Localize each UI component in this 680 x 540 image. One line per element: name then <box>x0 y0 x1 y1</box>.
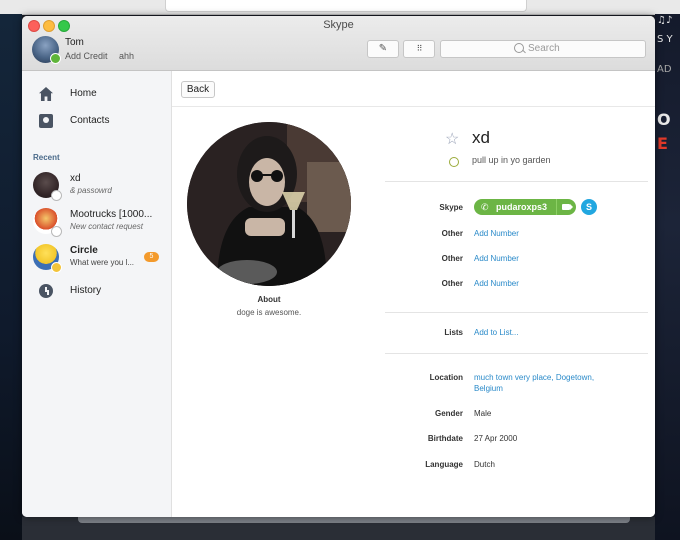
presence-icon <box>51 226 62 237</box>
recent-item-name: xd <box>70 173 81 184</box>
add-number-link[interactable]: Add Number <box>474 229 519 238</box>
title-bar: Skype Tom Add Credit ahh ✎ ⠿ Search <box>22 16 655 71</box>
my-mood-message[interactable]: ahh <box>119 51 134 61</box>
skype-username: pudaroxps3 <box>496 202 548 212</box>
back-button[interactable]: Back <box>181 81 215 98</box>
recent-item-circle[interactable]: Circle What were you l... 5 <box>22 242 171 274</box>
video-call-icon[interactable] <box>562 204 573 210</box>
sidebar-item-contacts[interactable]: Contacts <box>22 109 171 133</box>
background-address-bar <box>165 0 527 12</box>
background-right-strip: S Y ♫♪ AD O E <box>655 14 680 540</box>
background-text: AD <box>657 64 672 75</box>
contact-photo-image <box>187 122 351 286</box>
recent-item-mootrucks[interactable]: Mootrucks [1000... New contact request <box>22 206 171 238</box>
other-label: Other <box>441 279 463 288</box>
about-text: doge is awesome. <box>236 308 302 317</box>
contact-photo <box>187 122 351 286</box>
add-number-link[interactable]: Add Number <box>474 254 519 263</box>
gender-value: Male <box>474 409 492 418</box>
recent-item-name: Mootrucks [1000... <box>70 209 153 220</box>
other-label: Other <box>441 254 463 263</box>
birthdate-value: 27 Apr 2000 <box>474 434 518 443</box>
sidebar-item-label: History <box>70 285 102 296</box>
divider <box>385 181 648 182</box>
location-label: Location <box>429 373 463 382</box>
presence-icon <box>51 262 62 273</box>
compose-button[interactable]: ✎ <box>367 40 399 58</box>
divider <box>556 199 557 215</box>
skype-window: Skype Tom Add Credit ahh ✎ ⠿ Search Home… <box>22 16 655 517</box>
dialpad-icon: ⠿ <box>416 44 423 53</box>
background-text: O <box>657 110 671 129</box>
about-heading: About <box>257 295 281 304</box>
add-to-list-link[interactable]: Add to List... <box>474 328 518 337</box>
sidebar-item-label: Home <box>70 88 97 99</box>
birthdate-label: Birthdate <box>427 434 463 443</box>
background-bottom <box>22 517 655 540</box>
add-credit-link[interactable]: Add Credit <box>65 51 108 61</box>
background-text: S Y <box>657 34 673 45</box>
sidebar-item-history[interactable]: History <box>22 279 171 303</box>
window-title: Skype <box>323 19 354 31</box>
background-window-bar <box>0 0 680 15</box>
divider <box>385 312 648 313</box>
recent-item-subtitle: What were you l... <box>70 258 135 267</box>
contacts-icon <box>39 114 53 128</box>
background-left-strip <box>0 14 22 540</box>
presence-icon <box>51 190 62 201</box>
history-icon <box>39 284 53 298</box>
add-number-link[interactable]: Add Number <box>474 279 519 288</box>
search-icon <box>514 43 524 53</box>
divider <box>172 106 655 107</box>
recent-item-subtitle: & passowrd <box>70 186 112 195</box>
recent-heading: Recent <box>33 153 60 162</box>
home-icon <box>39 87 53 101</box>
contact-mood: pull up in yo garden <box>472 155 551 165</box>
dialpad-button[interactable]: ⠿ <box>403 40 435 58</box>
my-presence-icon <box>50 53 61 64</box>
contact-name: xd <box>472 128 490 147</box>
unread-badge: 5 <box>144 252 159 262</box>
sidebar: Home Contacts Recent xd & passowrd Mootr… <box>22 71 172 517</box>
background-text: E <box>657 134 668 153</box>
recent-item-xd[interactable]: xd & passowrd <box>22 170 171 202</box>
background-scrollbar <box>78 517 630 523</box>
recent-item-subtitle: New contact request <box>70 222 143 231</box>
language-label: Language <box>425 460 463 469</box>
gender-label: Gender <box>434 409 463 418</box>
sidebar-item-home[interactable]: Home <box>22 82 171 106</box>
sidebar-item-label: Contacts <box>70 115 110 126</box>
search-placeholder: Search <box>528 43 560 54</box>
divider <box>385 353 648 354</box>
skype-label: Skype <box>439 203 463 212</box>
contact-profile: Back About doge is awesome. ☆ xd pull up… <box>172 71 655 517</box>
favorite-star-icon[interactable]: ☆ <box>445 129 459 149</box>
background-notes: ♫♪ <box>657 15 673 26</box>
location-value[interactable]: much town very place, Dogetown, <box>474 373 594 382</box>
skype-call-button[interactable]: ✆ pudaroxps3 <box>474 199 576 215</box>
search-input[interactable]: Search <box>440 40 646 58</box>
my-name[interactable]: Tom <box>65 37 84 48</box>
other-label: Other <box>441 229 463 238</box>
recent-item-name: Circle <box>70 245 98 256</box>
skype-chat-icon[interactable]: S <box>581 199 597 215</box>
phone-icon: ✆ <box>481 202 489 212</box>
lists-label: Lists <box>444 328 463 337</box>
mood-icon <box>449 157 459 167</box>
language-value: Dutch <box>474 460 495 469</box>
compose-icon: ✎ <box>378 43 388 54</box>
location-value-line2[interactable]: Belgium <box>474 384 503 393</box>
